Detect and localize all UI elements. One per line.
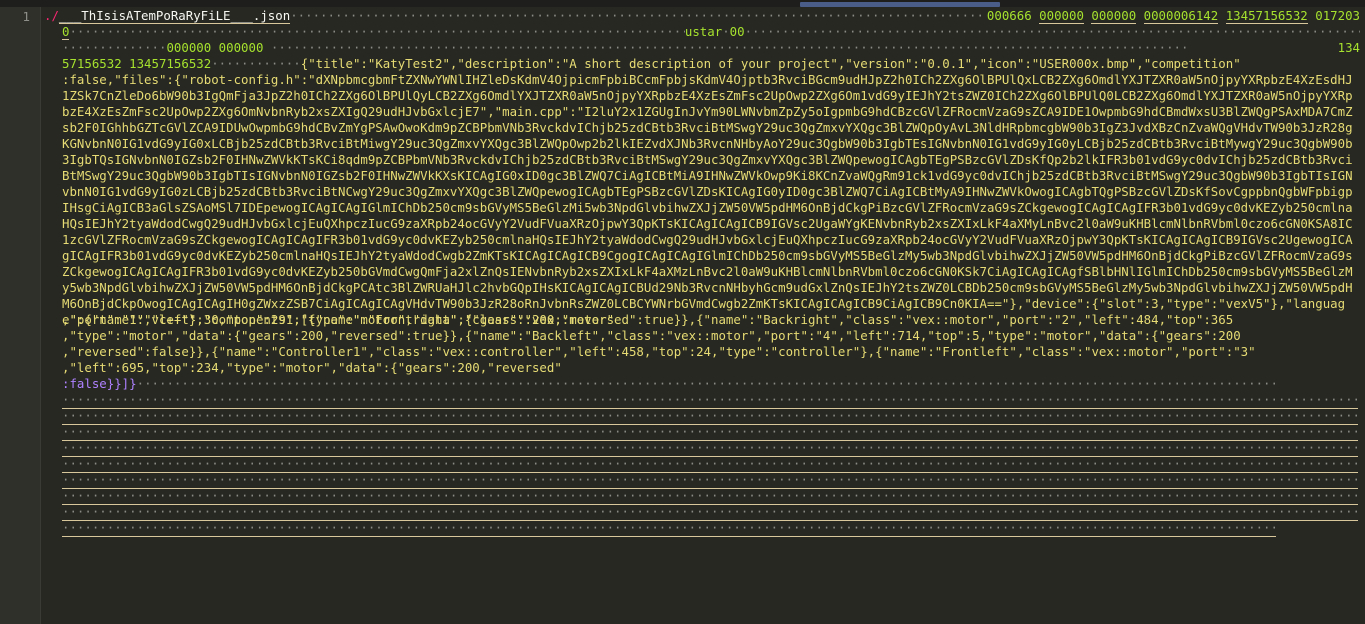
null-padding-row: ········································…: [62, 424, 1358, 441]
json-body: :false,"files":{"robot-config.h":"dXNpbm…: [62, 72, 1358, 344]
null-padding: ········································…: [290, 8, 987, 23]
tar-devmajor: 000000: [166, 40, 212, 55]
tar-size: 0000006142: [1143, 8, 1219, 24]
scrollbar-thumb[interactable]: [800, 2, 1000, 7]
code-line-components-3: ,"reversed":false}},{"name":"Controller1…: [62, 344, 1256, 359]
null-padding-row: ········································…: [62, 408, 1358, 425]
json-files-string: :false,"files":{"robot-config.h":"dXNpbm…: [62, 72, 1353, 327]
json-head: {"title":"KatyTest2","description":"A sh…: [300, 56, 1241, 71]
horizontal-scrollbar[interactable]: [0, 0, 1365, 7]
code-line-4: 57156532 13457156532············{"title"…: [62, 56, 1241, 71]
code-line-end: :false}}]} ·····························…: [62, 376, 1278, 391]
null-padding-row: ········································…: [62, 472, 1358, 489]
null-padding-row: ········································…: [62, 520, 1276, 537]
ustar-version: 00: [729, 24, 745, 39]
tar-mode: 000666: [986, 8, 1032, 23]
tar-mtime: 13457156532: [1225, 8, 1308, 24]
code-editor[interactable]: ./ ___ThIsisATemPoRaRyFiLE___.json ·····…: [44, 8, 1360, 618]
null-padding-row: ········································…: [62, 504, 1358, 521]
tar-uid: 000000: [1039, 8, 1084, 24]
code-line-components-4: ,"left":695,"top":234,"type":"motor","da…: [62, 360, 562, 375]
tar-header-row-1: ./ ___ThIsisATemPoRaRyFiLE___.json ·····…: [44, 8, 1360, 24]
null-padding-row: ········································…: [62, 488, 1358, 505]
mtime-continued: 57156532 13457156532: [62, 56, 212, 71]
filename: ___ThIsisATemPoRaRyFiLE___.json: [58, 8, 291, 24]
tar-devminor: 000000: [218, 40, 264, 55]
tar-header-row-3: ·············· 000000 000000 ···········…: [62, 40, 1360, 55]
tar-checksum: 017203: [1315, 8, 1360, 23]
ustar-magic: ustar: [684, 24, 723, 39]
tar-header-row-2: 0 ······································…: [62, 24, 1360, 40]
code-line-components-2: ,"type":"motor","data":{"gears":200,"rev…: [62, 328, 1241, 343]
trailing-digits: 134: [1337, 40, 1360, 55]
null-padding-row: ········································…: [62, 440, 1358, 457]
line-number: 1: [22, 9, 30, 24]
tar-typeflag: 0: [62, 24, 70, 40]
path-prefix: ./: [44, 8, 59, 23]
json-tail: :false}}]}: [62, 376, 137, 391]
tar-gid: 000000: [1091, 8, 1137, 24]
line-number-gutter: 1: [0, 7, 41, 624]
null-padding-row: ········································…: [62, 392, 1358, 409]
null-padding-row: ········································…: [62, 456, 1358, 473]
code-line-components-1: ,"port":"1","left":30,"top":291,"type":"…: [62, 312, 1234, 327]
